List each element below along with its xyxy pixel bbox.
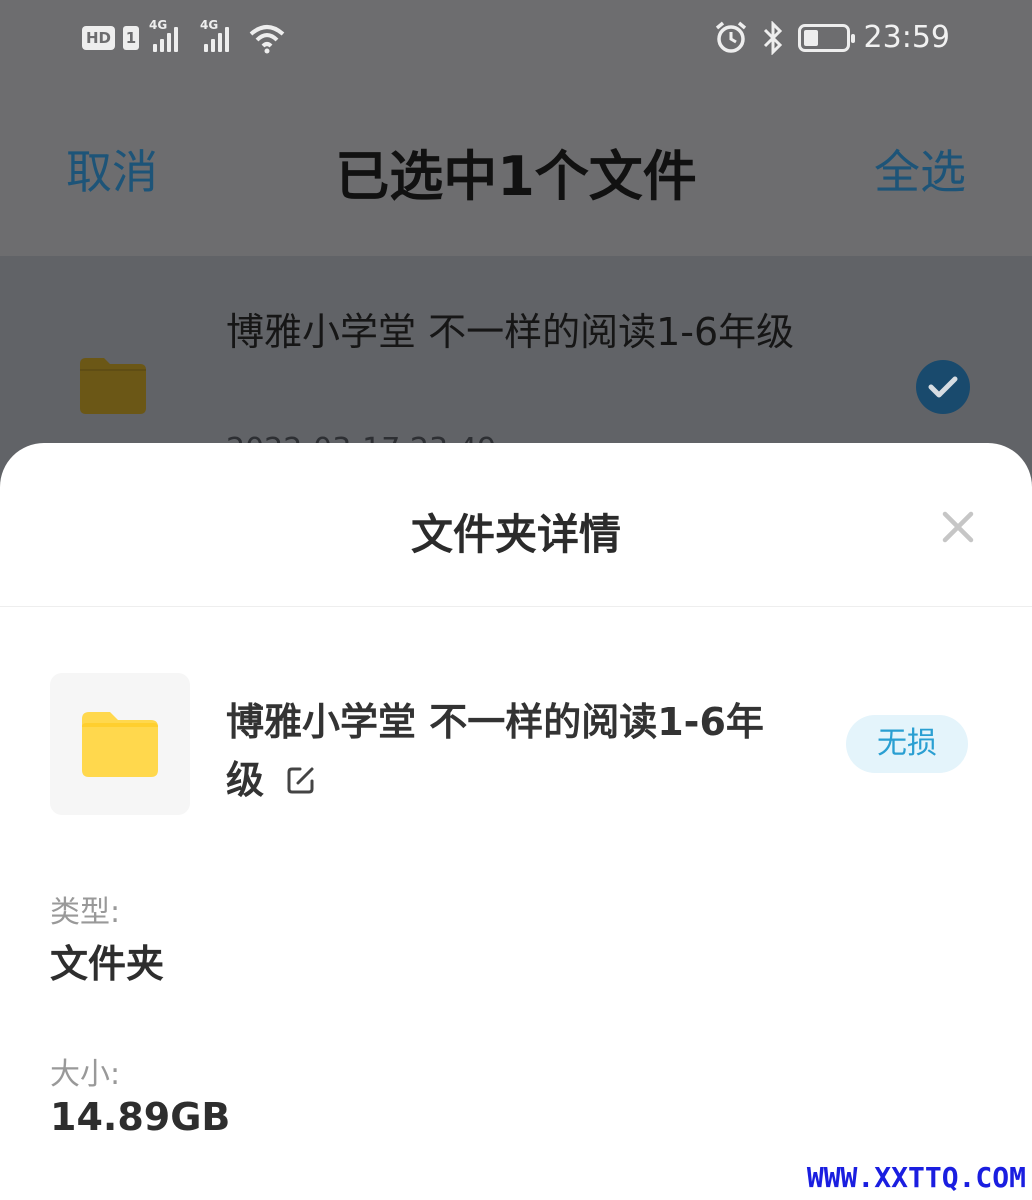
watermark-text: WWW.XXTTQ.COM xyxy=(806,1161,1026,1194)
select-all-button[interactable]: 全选 xyxy=(874,136,966,202)
hd-icon: HD xyxy=(82,26,116,50)
selection-title-bar: 取消 已选中1个文件 全选 xyxy=(0,120,1032,220)
sheet-header: 文件夹详情 xyxy=(0,443,1032,607)
signal-icon: 4G xyxy=(149,18,179,52)
close-icon[interactable] xyxy=(938,507,978,547)
bluetooth-icon xyxy=(763,20,782,55)
size-value: 14.89GB xyxy=(50,1095,231,1139)
screen: HD 1 4G 4G 23:59 取消 已选中1个文件 全选 博雅小学堂 不一样… xyxy=(0,0,1032,1200)
check-circle-icon[interactable] xyxy=(916,360,970,414)
folder-info-card: 博雅小学堂 不一样的阅读1-6年级 无损 xyxy=(50,673,982,817)
battery-icon xyxy=(797,23,855,52)
type-value: 文件夹 xyxy=(50,942,165,986)
folder-thumbnail xyxy=(50,673,190,815)
edit-icon[interactable] xyxy=(286,765,316,795)
alarm-icon xyxy=(715,21,746,53)
list-item[interactable]: 博雅小学堂 不一样的阅读1-6年级 2022-03-17 23:49 xyxy=(0,256,1032,467)
folder-name: 博雅小学堂 不一样的阅读1-6年级 xyxy=(226,693,786,809)
signal-icon-2: 4G xyxy=(200,18,230,52)
sheet-title: 文件夹详情 xyxy=(410,510,621,559)
sim-icon: 1 xyxy=(123,26,140,50)
status-left: HD 1 4G 4G xyxy=(82,18,287,54)
folder-icon xyxy=(82,712,158,777)
list-item-name: 博雅小学堂 不一样的阅读1-6年级 xyxy=(226,310,795,354)
folder-details-sheet: 文件夹详情 博雅小学堂 不一样的阅读1-6年级 无损 类型: 文件夹 大小: 1… xyxy=(0,443,1032,1200)
lossless-badge: 无损 xyxy=(846,715,968,773)
wifi-icon xyxy=(249,25,285,54)
network-type-label-2: 4G xyxy=(200,18,219,32)
folder-icon xyxy=(80,358,146,414)
status-time: 23:59 xyxy=(863,20,950,55)
status-bar: HD 1 4G 4G 23:59 xyxy=(0,0,1032,80)
type-label: 类型: xyxy=(50,895,121,930)
network-type-label: 4G xyxy=(149,18,168,32)
status-right: 23:59 xyxy=(714,20,950,55)
size-label: 大小: xyxy=(50,1057,121,1092)
